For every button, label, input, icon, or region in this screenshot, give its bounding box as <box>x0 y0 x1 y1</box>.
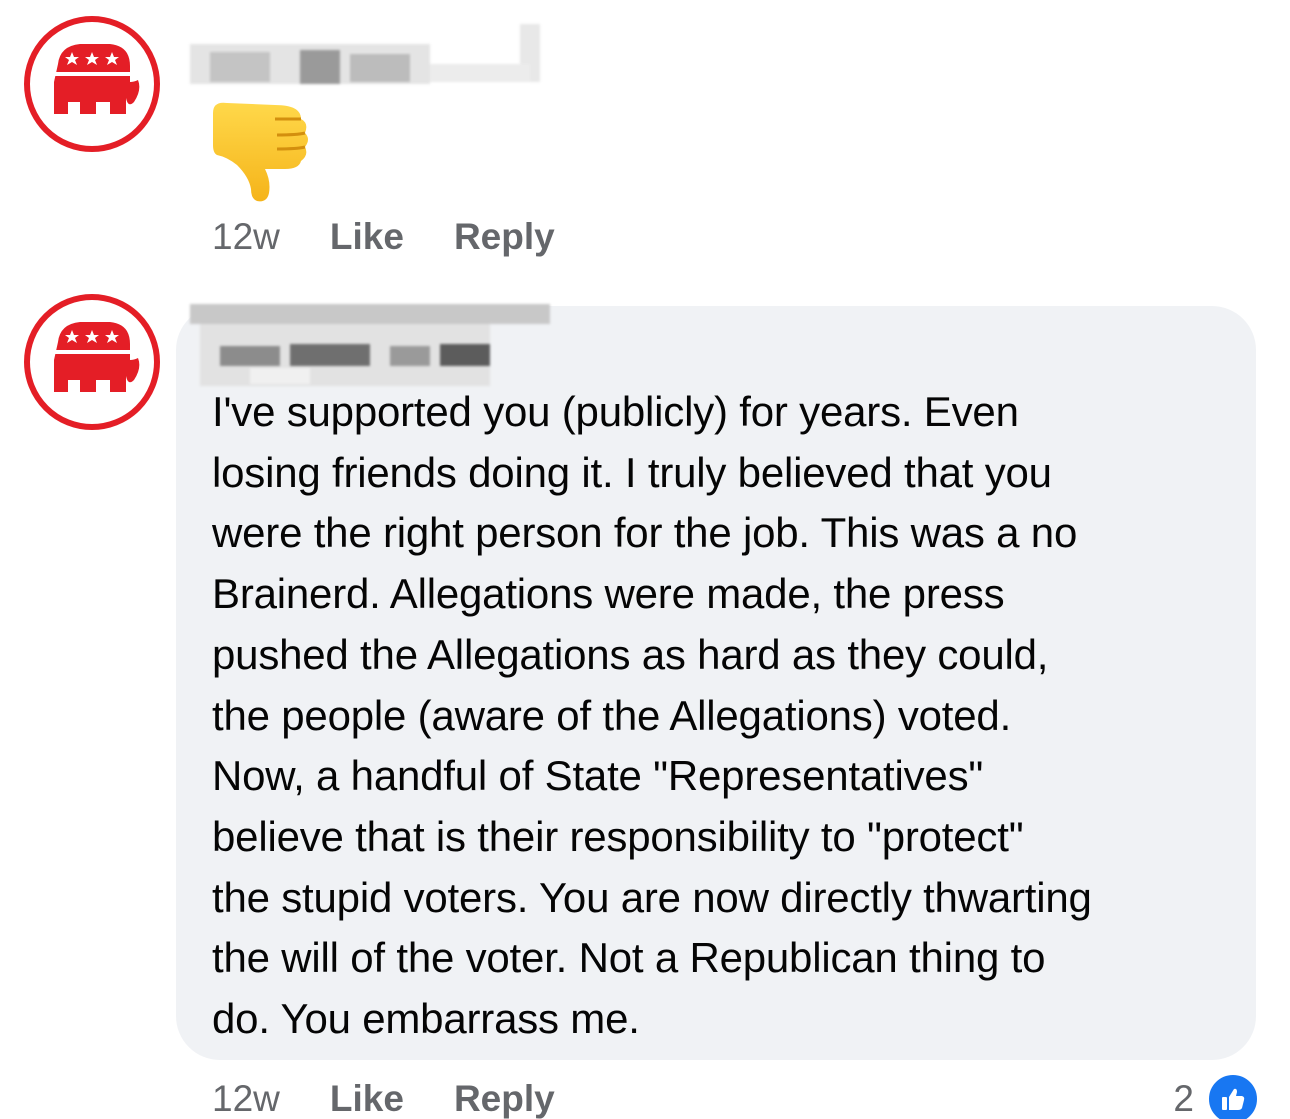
author-name-redacted[interactable] <box>190 304 550 386</box>
comment-meta: 12w Like Reply <box>212 1078 605 1119</box>
like-reaction-badge <box>1206 1072 1260 1119</box>
avatar[interactable] <box>24 294 160 430</box>
author-name-redacted[interactable] <box>190 24 550 84</box>
like-button[interactable]: Like <box>330 1078 404 1119</box>
gop-elephant-icon <box>54 322 140 392</box>
thumbs-down-emoji <box>205 95 315 205</box>
reply-button[interactable]: Reply <box>454 216 555 258</box>
thumbs-down-icon <box>213 102 308 202</box>
like-button[interactable]: Like <box>330 216 404 258</box>
reaction-summary[interactable]: 2 <box>1173 1072 1260 1119</box>
thumbs-up-icon <box>1222 1088 1245 1110</box>
gop-elephant-icon <box>54 44 140 114</box>
comment-text: I've supported you (publicly) for years.… <box>212 388 1092 1043</box>
reply-button[interactable]: Reply <box>454 1078 555 1119</box>
reaction-count: 2 <box>1173 1078 1194 1119</box>
comment-thread: 12w Like Reply I've supported you (publi… <box>0 0 1290 1119</box>
avatar[interactable] <box>24 16 160 152</box>
comment-timestamp[interactable]: 12w <box>212 216 280 258</box>
comment-timestamp[interactable]: 12w <box>212 1078 280 1119</box>
comment-meta: 12w Like Reply <box>212 216 605 258</box>
